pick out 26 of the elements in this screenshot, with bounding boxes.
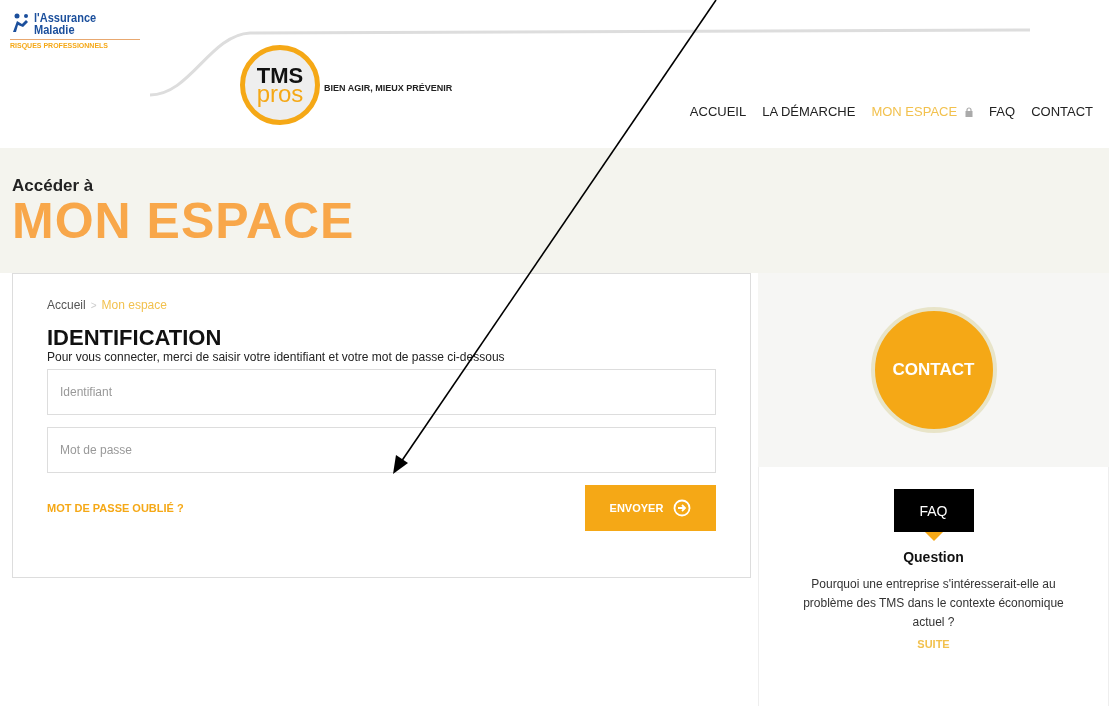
org-name: Maladie [34, 24, 76, 36]
input-field[interactable]: Identifiant [47, 369, 716, 416]
breadcrumb-link[interactable]: Accueil [47, 298, 86, 312]
faq-badge: FAQ [893, 489, 974, 532]
org-name: l'Assurance [34, 12, 97, 24]
hero-kicker: Accéder à [12, 176, 95, 196]
question-title: Question [903, 549, 964, 565]
nav-link[interactable]: ACCUEIL [681, 104, 755, 119]
more-link[interactable]: SUITE [917, 638, 950, 650]
question-text: Pourquoi une entreprise s'intéresserait-elle au problème des TMS dans le contexte économique actuel ? [802, 576, 1065, 631]
submit-button[interactable]: ENVOYER [585, 485, 716, 532]
brand-slogan: BIEN AGIR, MIEUX PRÉVENIR [324, 83, 453, 93]
brand-logo: TMS pros [240, 45, 320, 125]
nav-link[interactable]: FAQ [981, 104, 1024, 119]
form-title: IDENTIFICATION [47, 326, 223, 351]
breadcrumb-chevron-icon: > [90, 299, 97, 311]
nav-link[interactable]: MON ESPACE [863, 104, 982, 119]
arrow-circle-icon [673, 499, 692, 518]
breadcrumb-link[interactable]: Mon espace [101, 298, 167, 312]
input-field[interactable]: Mot de passe [47, 427, 716, 474]
contact-button[interactable]: CONTACT [870, 307, 997, 433]
nav-link[interactable]: LA DÉMARCHE [754, 104, 864, 119]
hero-title: MON ESPACE [12, 196, 355, 246]
nav-link[interactable]: CONTACT [1023, 104, 1101, 119]
forgot-password-link[interactable]: MOT DE PASSE OUBLIÉ ? [47, 502, 184, 515]
pointer-triangle-icon [924, 532, 943, 541]
